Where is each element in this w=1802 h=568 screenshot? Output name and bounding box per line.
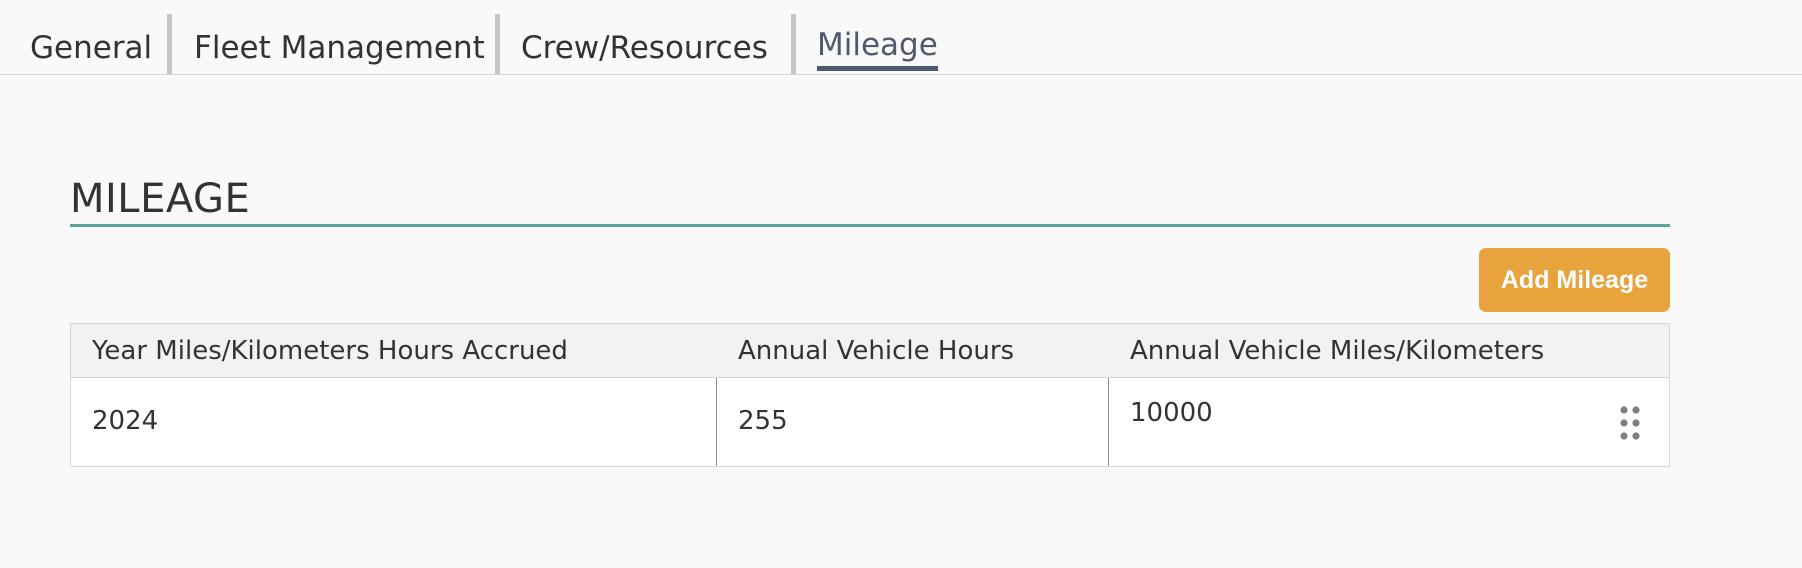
tab-crew-resources[interactable]: Crew/Resources [521,28,768,68]
column-header-year[interactable]: Year Miles/Kilometers Hours Accrued [92,324,568,378]
cell-annual-hours: 255 [738,406,788,436]
cell-annual-miles: 10000 [1130,398,1213,428]
tab-divider [495,14,500,74]
column-divider [1108,378,1109,466]
drag-dots-icon[interactable] [1619,406,1641,440]
mileage-page: General Fleet Management Crew/Resources … [0,0,1802,568]
table-row[interactable]: 2024 255 10000 [71,378,1669,466]
column-divider [716,378,717,466]
tab-divider [167,14,172,74]
tab-mileage[interactable]: Mileage [817,25,938,71]
column-header-annual-miles[interactable]: Annual Vehicle Miles/Kilometers [1130,324,1544,378]
section-title: MILEAGE [70,176,251,222]
tab-mileage-label: Mileage [817,27,938,63]
tab-general[interactable]: General [30,28,152,68]
tab-bar: General Fleet Management Crew/Resources … [0,0,1802,75]
tab-fleet-management[interactable]: Fleet Management [194,28,485,68]
section-divider [70,224,1670,227]
cell-year: 2024 [92,406,159,436]
column-header-annual-hours[interactable]: Annual Vehicle Hours [738,324,1014,378]
add-mileage-button[interactable]: Add Mileage [1479,248,1670,312]
active-tab-underline [817,66,938,71]
tab-divider [791,14,796,74]
table-header: Year Miles/Kilometers Hours Accrued Annu… [71,324,1669,378]
mileage-table: Year Miles/Kilometers Hours Accrued Annu… [70,323,1670,467]
